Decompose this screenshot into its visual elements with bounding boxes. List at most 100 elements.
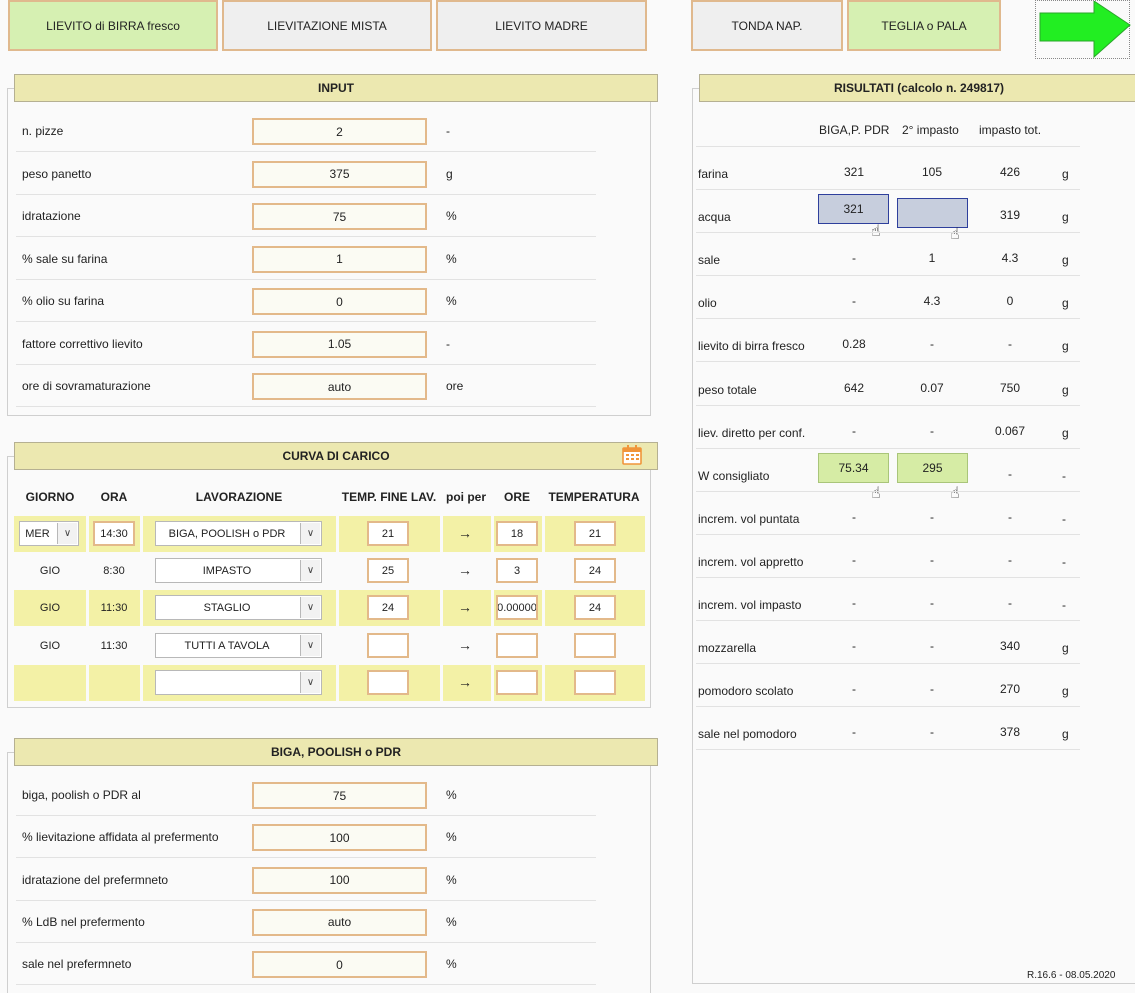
tab-teglia-pala-button[interactable]: TEGLIA o PALA: [847, 0, 1001, 51]
tab-label: TONDA NAP.: [731, 18, 803, 33]
temperatura-input[interactable]: 21: [574, 521, 616, 546]
result-unit: g: [1062, 727, 1069, 742]
input-row-field[interactable]: 2: [252, 118, 427, 145]
biga-row-field[interactable]: 100: [252, 824, 427, 852]
ore-input[interactable]: [496, 633, 538, 658]
row-divider: [696, 318, 1080, 320]
temp-fine-input[interactable]: 21: [367, 521, 409, 546]
input-row-label: n. pizze: [22, 124, 64, 138]
tab-lievito-birra-fresco-button[interactable]: LIEVITO di BIRRA fresco: [8, 0, 218, 51]
biga-panel-title: BIGA, POOLISH o PDR: [14, 738, 658, 766]
row-divider: [696, 576, 1080, 578]
result-value-biga: -: [852, 639, 856, 654]
w-consigliato-impasto-field[interactable]: 295: [897, 452, 968, 483]
input-row-field[interactable]: auto: [252, 373, 427, 400]
row-divider: [16, 151, 596, 152]
results-col-impasto-tot: impasto tot.: [979, 123, 1042, 137]
hand-pointer-icon: ☝: [950, 226, 960, 244]
row-divider: [16, 984, 596, 986]
tab-tonda-nap-button[interactable]: TONDA NAP.: [691, 0, 843, 51]
biga-row-field[interactable]: 100: [252, 866, 427, 894]
result-row-label: farina: [698, 167, 729, 181]
result-value-totale: -: [1008, 337, 1012, 352]
temp-fine-input[interactable]: [367, 633, 409, 658]
cell-separator: [336, 516, 339, 552]
result-row-label: peso totale: [698, 382, 757, 397]
lavorazione-select[interactable]: STAGLIO ∨: [155, 595, 322, 620]
result-unit: -: [1062, 468, 1066, 483]
row-divider: [16, 363, 596, 365]
ore-input[interactable]: 18: [496, 521, 538, 546]
w-consigliato-biga-field[interactable]: 75.34: [818, 452, 889, 483]
ore-input[interactable]: [496, 670, 538, 695]
tab-lievito-madre-button[interactable]: LIEVITO MADRE: [436, 0, 647, 51]
result-value-biga: 0.28: [842, 337, 866, 352]
ora-input[interactable]: 14:30: [93, 521, 135, 546]
result-value-totale: 270: [999, 682, 1021, 697]
row-divider: [16, 857, 596, 859]
biga-row-unit: %: [446, 788, 457, 802]
result-value-impasto: -: [930, 552, 934, 567]
cell-separator: [86, 516, 89, 552]
results-col-secondo-impasto: 2° impasto: [902, 123, 959, 137]
ore-input[interactable]: 3: [496, 558, 538, 583]
input-row-field[interactable]: 75: [252, 203, 427, 230]
result-value-totale: 426: [999, 165, 1021, 179]
result-value-impasto: -: [930, 337, 934, 352]
lavorazione-select-value: STAGLIO: [203, 601, 251, 614]
lavorazione-select[interactable]: BIGA, POOLISH o PDR ∨: [155, 521, 322, 546]
lavorazione-select-value: IMPASTO: [202, 564, 252, 577]
result-row-label: pomodoro scolato: [698, 684, 794, 699]
cell-separator: [140, 590, 143, 626]
input-row-field[interactable]: 375: [252, 160, 427, 188]
giorno-cell: GIO: [39, 640, 61, 652]
hand-pointer-icon: ☝: [950, 484, 960, 502]
result-row-label: increm. vol appretto: [698, 554, 804, 569]
acqua-biga-field[interactable]: 321: [818, 194, 889, 225]
tab-lievitazione-mista-button[interactable]: LIEVITAZIONE MISTA: [222, 0, 432, 51]
result-row-label: sale: [698, 253, 721, 268]
giorno-select[interactable]: MER ∨: [19, 521, 79, 546]
temp-fine-input[interactable]: [367, 670, 409, 695]
curva-title-text: CURVA DI CARICO: [282, 449, 390, 463]
lavorazione-select-value: BIGA, POOLISH o PDR: [168, 527, 286, 540]
input-row-field[interactable]: 0: [252, 288, 427, 315]
input-row-field[interactable]: 1.05: [252, 330, 427, 358]
biga-row-field[interactable]: auto: [252, 908, 427, 936]
result-value-totale: -: [1008, 509, 1012, 524]
result-value-biga: 642: [843, 380, 865, 395]
ore-input[interactable]: 0.00000: [496, 595, 538, 620]
row-divider: [16, 941, 596, 943]
arrow-right-icon: →: [458, 525, 472, 541]
lavorazione-select[interactable]: TUTTI A TAVOLA ∨: [155, 633, 322, 658]
temp-fine-input[interactable]: 25: [367, 558, 409, 583]
biga-row-field[interactable]: 75: [252, 782, 427, 809]
tab-label: LIEVITO di BIRRA fresco: [46, 18, 180, 33]
chevron-down-icon: ∨: [300, 672, 320, 693]
result-unit: g: [1062, 210, 1069, 225]
hand-pointer-icon: ☝: [871, 221, 881, 241]
temperatura-input[interactable]: [574, 633, 616, 658]
cell-separator: [440, 516, 443, 552]
temperatura-input[interactable]: 24: [574, 595, 616, 620]
lavorazione-select[interactable]: IMPASTO ∨: [155, 558, 322, 583]
row-divider: [696, 533, 1080, 535]
temperatura-input[interactable]: [574, 670, 616, 695]
input-panel-title: INPUT: [14, 74, 658, 102]
result-row-label: sale nel pomodoro: [698, 727, 797, 742]
calendar-icon[interactable]: [621, 444, 643, 466]
temp-fine-input[interactable]: 24: [367, 595, 409, 620]
giorno-cell: GIO: [39, 602, 61, 614]
row-divider: [696, 620, 1080, 621]
biga-row-field[interactable]: 0: [252, 951, 427, 979]
lavorazione-select[interactable]: ∨: [155, 670, 322, 695]
input-row-field[interactable]: 1: [252, 245, 427, 273]
result-value-impasto: -: [930, 509, 934, 524]
row-divider: [696, 232, 1080, 234]
cell-separator: [336, 665, 339, 701]
result-value-totale: 0.067: [994, 423, 1026, 438]
result-row-label: lievito di birra fresco: [698, 339, 805, 354]
next-button[interactable]: [1035, 0, 1131, 59]
temperatura-input[interactable]: 24: [574, 558, 616, 583]
biga-row-unit: %: [446, 957, 457, 972]
